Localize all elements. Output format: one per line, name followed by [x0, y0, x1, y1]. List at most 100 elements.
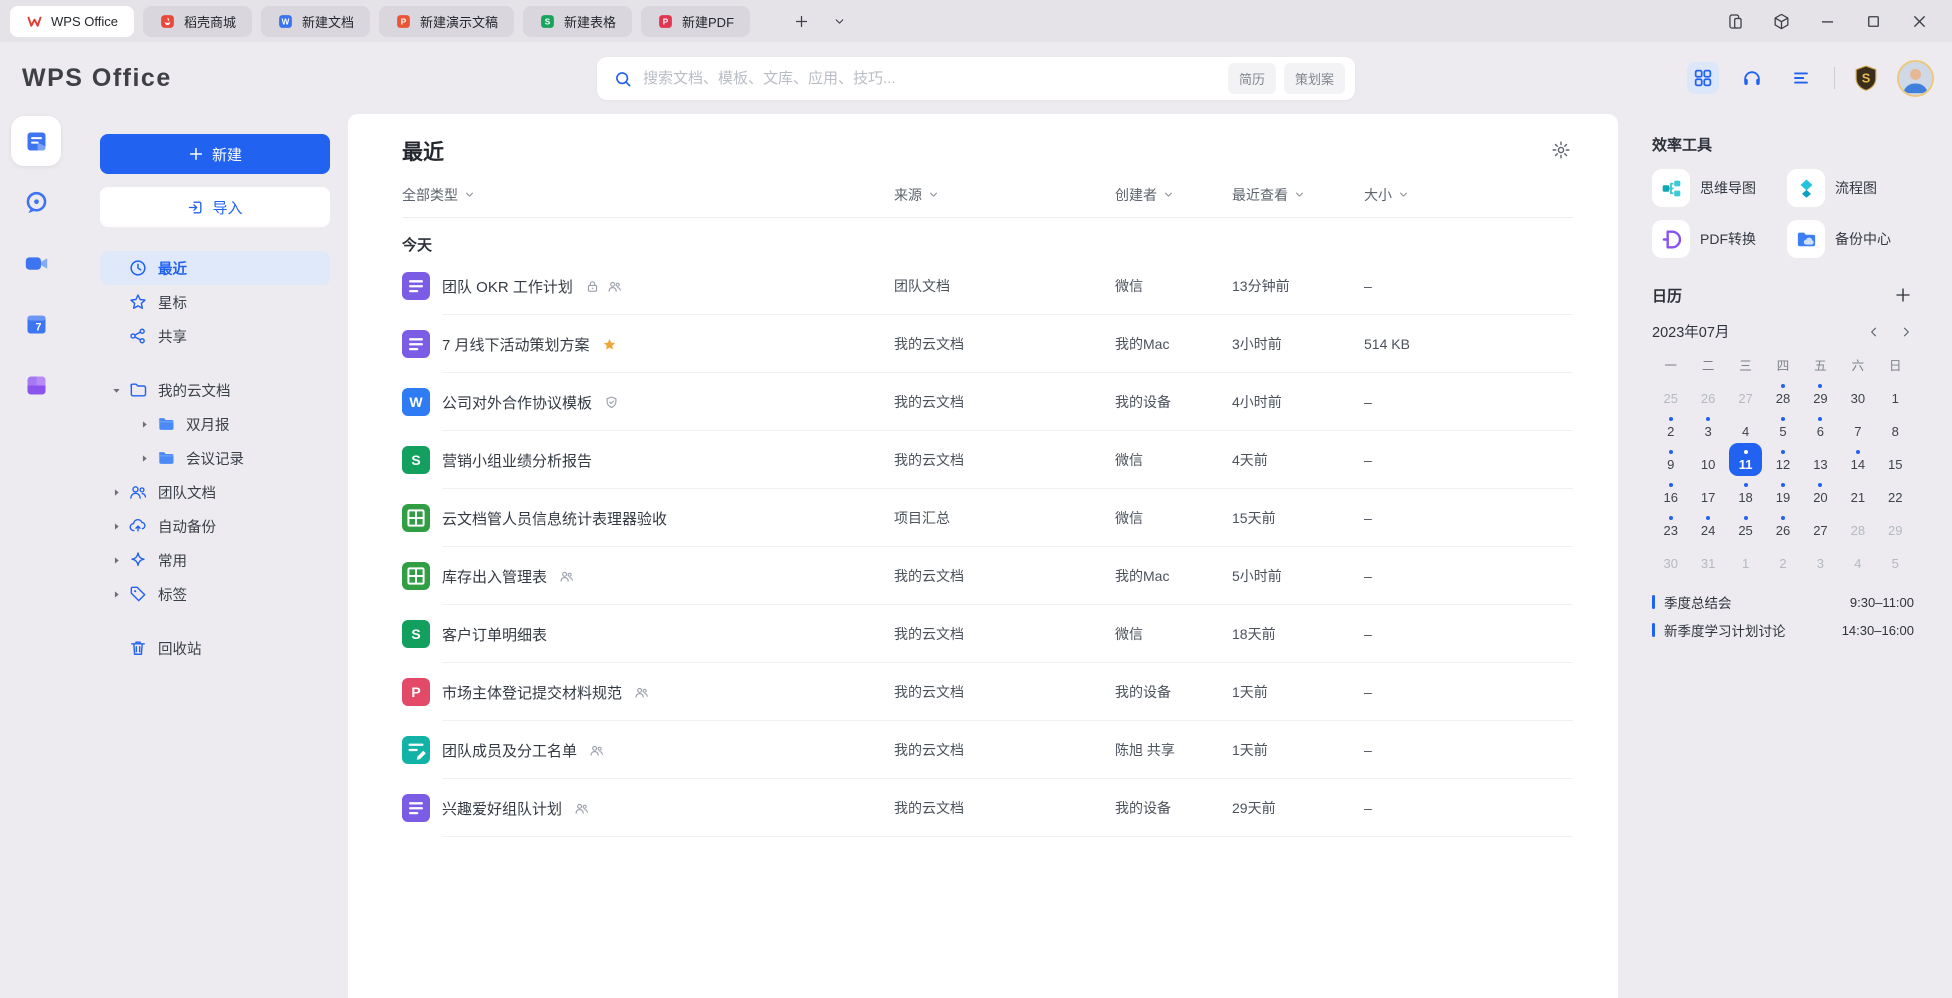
caret-right-icon[interactable]	[108, 484, 124, 500]
file-row[interactable]: 兴趣爱好组队计划我的云文档我的设备29天前–	[402, 779, 1573, 837]
calendar-day-12[interactable]: 12	[1766, 443, 1799, 476]
search-tag-plan[interactable]: 策划案	[1284, 63, 1345, 94]
calendar-day-4[interactable]: 4	[1841, 542, 1874, 575]
tool-备份中心[interactable]: 备份中心	[1787, 220, 1914, 258]
gear-icon[interactable]	[1551, 140, 1573, 162]
search-input[interactable]	[643, 70, 1220, 87]
calendar-day-28[interactable]: 28	[1841, 509, 1874, 542]
rail-item-chat[interactable]	[11, 177, 61, 227]
tool-思维导图[interactable]: 思维导图	[1652, 169, 1779, 207]
sidebar-item-共享[interactable]: 共享	[100, 319, 330, 353]
rail-item-calendar[interactable]: 7	[11, 299, 61, 349]
calendar-day-14[interactable]: 14	[1841, 443, 1874, 476]
rail-item-apps[interactable]	[11, 360, 61, 410]
caret-right-icon[interactable]	[108, 586, 124, 602]
filter-大小[interactable]: 大小	[1364, 185, 1573, 205]
sidebar-item-团队文档[interactable]: 团队文档	[100, 475, 330, 509]
file-row[interactable]: 云文档管人员信息统计表理器验收项目汇总微信15天前–	[402, 489, 1573, 547]
caret-right-icon[interactable]	[136, 450, 152, 466]
app-tab-新建文档[interactable]: W新建文档	[261, 6, 370, 37]
caret-right-icon[interactable]	[108, 552, 124, 568]
apps-grid-icon[interactable]	[1687, 62, 1719, 94]
calendar-day-19[interactable]: 19	[1766, 476, 1799, 509]
calendar-day-8[interactable]: 8	[1879, 410, 1912, 443]
calendar-day-4[interactable]: 4	[1729, 410, 1762, 443]
sidebar-item-星标[interactable]: 星标	[100, 285, 330, 319]
headset-support-icon[interactable]	[1736, 62, 1768, 94]
calendar-day-21[interactable]: 21	[1841, 476, 1874, 509]
app-tab-WPS Office[interactable]: WPS Office	[10, 6, 134, 37]
tab-list-chevron-down-icon[interactable]	[825, 7, 853, 35]
app-tab-新建演示文稿[interactable]: P新建演示文稿	[379, 6, 514, 37]
sidebar-item-双月报[interactable]: 双月报	[128, 407, 330, 441]
new-tab-button[interactable]	[787, 7, 815, 35]
file-row[interactable]: W公司对外合作协议模板我的云文档我的设备4小时前–	[402, 373, 1573, 431]
calendar-next-chevron-right-icon[interactable]	[1898, 324, 1914, 340]
calendar-day-20[interactable]: 20	[1804, 476, 1837, 509]
calendar-day-13[interactable]: 13	[1804, 443, 1837, 476]
filter-来源[interactable]: 来源	[894, 185, 1115, 205]
file-row[interactable]: P市场主体登记提交材料规范我的云文档我的设备1天前–	[402, 663, 1573, 721]
calendar-day-7[interactable]: 7	[1841, 410, 1874, 443]
calendar-day-31[interactable]: 31	[1691, 542, 1724, 575]
calendar-day-5[interactable]: 5	[1879, 542, 1912, 575]
file-row[interactable]: 团队 OKR 工作计划团队文档微信13分钟前–	[402, 257, 1573, 315]
calendar-day-25[interactable]: 25	[1654, 377, 1687, 410]
calendar-day-18[interactable]: 18	[1729, 476, 1762, 509]
import-button[interactable]: 导入	[100, 187, 330, 227]
maximize-button[interactable]	[1850, 5, 1896, 37]
calendar-day-23[interactable]: 23	[1654, 509, 1687, 542]
calendar-day-2[interactable]: 2	[1654, 410, 1687, 443]
menu-lines-icon[interactable]	[1785, 62, 1817, 94]
filter-最近查看[interactable]: 最近查看	[1232, 185, 1364, 205]
calendar-day-3[interactable]: 3	[1804, 542, 1837, 575]
app-tab-新建表格[interactable]: S新建表格	[523, 6, 632, 37]
app-tab-稻壳商城[interactable]: 稻壳商城	[143, 6, 252, 37]
tool-PDF转换[interactable]: PDF转换	[1652, 220, 1779, 258]
member-badge-icon[interactable]: S	[1852, 64, 1880, 92]
file-row[interactable]: S营销小组业绩分析报告我的云文档微信4天前–	[402, 431, 1573, 489]
calendar-day-28[interactable]: 28	[1766, 377, 1799, 410]
rail-item-meeting[interactable]	[11, 238, 61, 288]
filter-创建者[interactable]: 创建者	[1115, 185, 1232, 205]
user-avatar[interactable]	[1897, 60, 1934, 97]
tool-流程图[interactable]: 流程图	[1787, 169, 1914, 207]
calendar-day-1[interactable]: 1	[1879, 377, 1912, 410]
caret-right-icon[interactable]	[108, 518, 124, 534]
sidebar-item-我的云文档[interactable]: 我的云文档	[100, 373, 330, 407]
calendar-day-6[interactable]: 6	[1804, 410, 1837, 443]
calendar-day-10[interactable]: 10	[1691, 443, 1724, 476]
sidebar-item-自动备份[interactable]: 自动备份	[100, 509, 330, 543]
sidebar-item-回收站[interactable]: 回收站	[100, 631, 330, 665]
calendar-day-5[interactable]: 5	[1766, 410, 1799, 443]
calendar-day-9[interactable]: 9	[1654, 443, 1687, 476]
file-row[interactable]: 库存出入管理表我的云文档我的Mac5小时前–	[402, 547, 1573, 605]
sidebar-item-标签[interactable]: 标签	[100, 577, 330, 611]
sidebar-item-最近[interactable]: 最近	[100, 251, 330, 285]
sidebar-item-常用[interactable]: 常用	[100, 543, 330, 577]
calendar-day-15[interactable]: 15	[1879, 443, 1912, 476]
calendar-day-11[interactable]: 11	[1729, 443, 1762, 476]
calendar-day-27[interactable]: 27	[1729, 377, 1762, 410]
caret-down-icon[interactable]	[108, 382, 124, 398]
file-row[interactable]: 团队成员及分工名单我的云文档陈旭 共享1天前–	[402, 721, 1573, 779]
calendar-day-29[interactable]: 29	[1879, 509, 1912, 542]
file-row[interactable]: 7 月线下活动策划方案我的云文档我的Mac3小时前514 KB	[402, 315, 1573, 373]
global-search-bar[interactable]: 简历 策划案	[597, 57, 1355, 100]
calendar-event[interactable]: 季度总结会9:30–11:00	[1652, 588, 1914, 616]
calendar-day-29[interactable]: 29	[1804, 377, 1837, 410]
calendar-day-30[interactable]: 30	[1654, 542, 1687, 575]
filter-全部类型[interactable]: 全部类型	[402, 185, 894, 205]
calendar-day-3[interactable]: 3	[1691, 410, 1724, 443]
caret-right-icon[interactable]	[136, 416, 152, 432]
calendar-day-24[interactable]: 24	[1691, 509, 1724, 542]
file-row[interactable]: S客户订单明细表我的云文档微信18天前–	[402, 605, 1573, 663]
calendar-day-26[interactable]: 26	[1691, 377, 1724, 410]
search-tag-resume[interactable]: 简历	[1228, 63, 1276, 94]
rail-item-documents[interactable]	[11, 116, 61, 166]
calendar-day-2[interactable]: 2	[1766, 542, 1799, 575]
sidebar-item-会议记录[interactable]: 会议记录	[128, 441, 330, 475]
add-event-plus-icon[interactable]	[1894, 286, 1914, 306]
calendar-day-17[interactable]: 17	[1691, 476, 1724, 509]
calendar-day-16[interactable]: 16	[1654, 476, 1687, 509]
